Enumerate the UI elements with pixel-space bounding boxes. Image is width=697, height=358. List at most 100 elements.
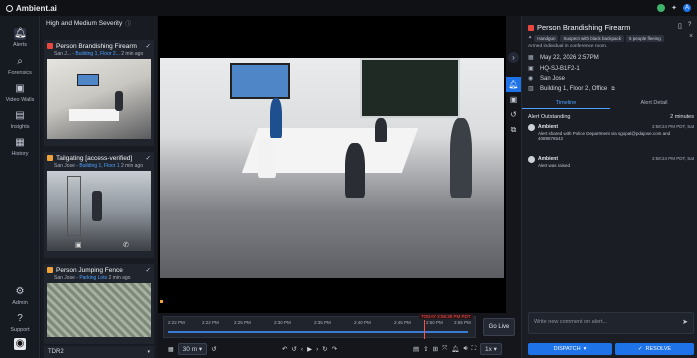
rail-label: Alerts (12, 42, 28, 48)
alert-outstanding: Alert Outstanding 2 minutes (528, 114, 694, 120)
calendar-icon[interactable]: ▦ (168, 346, 174, 353)
rail-item-video-walls[interactable]: ▣ Video Walls (0, 83, 40, 103)
help-icon[interactable]: ? (688, 22, 691, 28)
alert-card-meta: San J... - Building 1, Floor 2... 2 min … (54, 51, 144, 57)
high-severity-icon (47, 267, 53, 273)
resolve-label: RESOLVE (645, 346, 672, 352)
site-selector-value: TDR2 (48, 349, 64, 355)
rail-label: Video Walls (5, 97, 35, 103)
alert-thumbnail[interactable] (47, 283, 151, 337)
layers-icon[interactable]: ⧉ (506, 122, 521, 137)
playhead[interactable] (424, 320, 425, 339)
check-icon[interactable]: ✓ (146, 42, 151, 50)
chart-icon: ▤ (15, 110, 25, 121)
camera-icon[interactable]: ▣ (506, 92, 521, 107)
tag: Suspect with black backpack (560, 35, 625, 42)
alert-card[interactable]: Person Brandishing Firearm ✓ San J... - … (44, 40, 154, 146)
person (270, 98, 282, 138)
alert-card-location: Building 1, Floor 2... (75, 51, 120, 57)
bookmark-icon[interactable]: ▯ (678, 22, 682, 30)
alerts-header-title: High and Medium Severity (46, 19, 123, 27)
layout-icon[interactable]: ⊞ (433, 345, 438, 353)
timeline-entry: Ambient 2:58:24 PM PDT, Sat Alert was ra… (528, 156, 694, 168)
tab-alert-detail[interactable]: Alert Detail (610, 98, 697, 109)
rail-item-insights[interactable]: ▤ Insights (0, 110, 40, 130)
video-icon: ▣ (15, 83, 25, 94)
chevron-right-icon[interactable]: › (508, 52, 519, 63)
entry-time: 2:58:24 PM PDT, Sat (651, 156, 694, 161)
go-live-button[interactable]: Go Live (483, 318, 515, 336)
history-icon[interactable]: ↺ (506, 107, 521, 122)
outstanding-label: Alert Outstanding (528, 114, 571, 120)
send-icon[interactable]: ➤ (682, 318, 688, 326)
dispatch-button[interactable]: DISPATCH ▾ (528, 343, 612, 355)
speed-select[interactable]: 1x ▾ (480, 343, 502, 355)
forward-icon[interactable]: ↻ (322, 345, 327, 353)
rail-item-support[interactable]: ? Support (0, 313, 40, 333)
resolve-button[interactable]: ✓ RESOLVE (615, 343, 694, 355)
play-icon[interactable]: ▶ (307, 345, 312, 353)
alert-detail-panel: Person Brandishing Firearm ▯ ? × ✦ Handg… (521, 16, 697, 358)
meta-date-value: May 22, 2026 2:57PM (540, 54, 599, 61)
person (375, 118, 387, 142)
fullscreen-icon[interactable]: ⛶ (472, 345, 477, 353)
skip-back-icon[interactable]: ↶ (282, 345, 287, 353)
high-severity-icon (47, 155, 53, 161)
range-select[interactable]: 30 m ▾ (177, 343, 208, 355)
rail-item-forensics[interactable]: ⌕ Forensics (0, 56, 40, 76)
check-icon: ✓ (637, 346, 643, 352)
avatar (528, 124, 535, 131)
alert-thumbnail[interactable] (47, 59, 151, 139)
check-icon[interactable]: ✓ (146, 154, 151, 162)
reframe-icon[interactable]: ⤧ (442, 345, 447, 353)
site-selector[interactable]: TDR2 ▾ (44, 346, 154, 358)
save-icon[interactable]: ▤ (413, 345, 419, 353)
alert-card-title: Person Jumping Fence (56, 266, 123, 274)
alerts-header: High and Medium Severity ⓘ (41, 16, 157, 30)
info-icon[interactable]: ⓘ (125, 19, 131, 28)
meta-camera: ▣ HQ-SJ-B1F2-1 (528, 65, 580, 73)
rail-item-history[interactable]: ▦ History (0, 137, 40, 157)
app-logo[interactable]: Ambient.ai (6, 4, 57, 13)
camera-feed[interactable] (160, 58, 504, 278)
close-icon[interactable]: × (689, 33, 693, 40)
critical-severity-icon (528, 24, 534, 31)
check-icon[interactable]: ✓ (146, 266, 151, 274)
rail-item-admin[interactable]: ⚙ Admin (0, 286, 40, 306)
alert-card[interactable]: Tailgating [access-verified] ✓ San Jose … (44, 152, 154, 258)
share-icon[interactable]: ⇪ (423, 345, 428, 353)
sparkle-icon[interactable]: ✦ (671, 4, 677, 12)
search-icon: ⌕ (17, 56, 23, 67)
tab-timeline[interactable]: Timeline (522, 98, 610, 109)
alert-card-meta: San Jose - Building 1, Floor 1 2 min ago (54, 163, 143, 169)
external-link-icon[interactable]: ⧉ (611, 86, 615, 92)
brand-icon: ◉ (14, 338, 26, 350)
video-player[interactable] (158, 16, 506, 313)
volume-icon[interactable]: 🔊︎ (464, 345, 468, 353)
camera-icon[interactable]: ▣ (75, 241, 82, 249)
step-forward-icon[interactable]: › (316, 346, 318, 353)
avatar[interactable]: A (683, 4, 691, 12)
history-icon[interactable]: ↺ (211, 345, 216, 353)
meta-camera-value: HQ-SJ-B1F2-1 (540, 65, 580, 72)
alarm-icon[interactable]: 🔔︎ (451, 345, 459, 353)
tag: 5 people fleeing (626, 35, 664, 42)
step-back-icon[interactable]: ‹ (301, 346, 303, 353)
history-icon: ▦ (15, 137, 25, 148)
rewind-icon[interactable]: ↺ (291, 345, 296, 353)
skip-forward-icon[interactable]: ↷ (332, 345, 337, 353)
timeline-track[interactable]: 2:22 PM 2:22 PM 2:25 PM 2:30 PM 2:35 PM … (163, 314, 476, 339)
rail-label: Forensics (8, 70, 32, 76)
person (345, 143, 365, 198)
alert-thumbnail[interactable]: ▣ ✆ (47, 171, 151, 251)
recording-bar (168, 331, 468, 333)
phone-icon[interactable]: ✆ (123, 241, 129, 249)
alert-card[interactable]: Person Jumping Fence ✓ San Jose - Parkin… (44, 264, 154, 344)
top-bar: Ambient.ai ✦ A (0, 0, 697, 16)
rail-item-alerts[interactable]: 🔔︎ Alerts (0, 28, 40, 48)
comment-input[interactable]: Write new comment on alert... ➤ (528, 312, 694, 334)
alert-description: Armed individual in conference room. (528, 44, 608, 49)
status-icon[interactable] (657, 4, 666, 12)
rail-label: Insights (10, 124, 30, 130)
bell-icon[interactable]: 🔔︎ (506, 77, 521, 92)
